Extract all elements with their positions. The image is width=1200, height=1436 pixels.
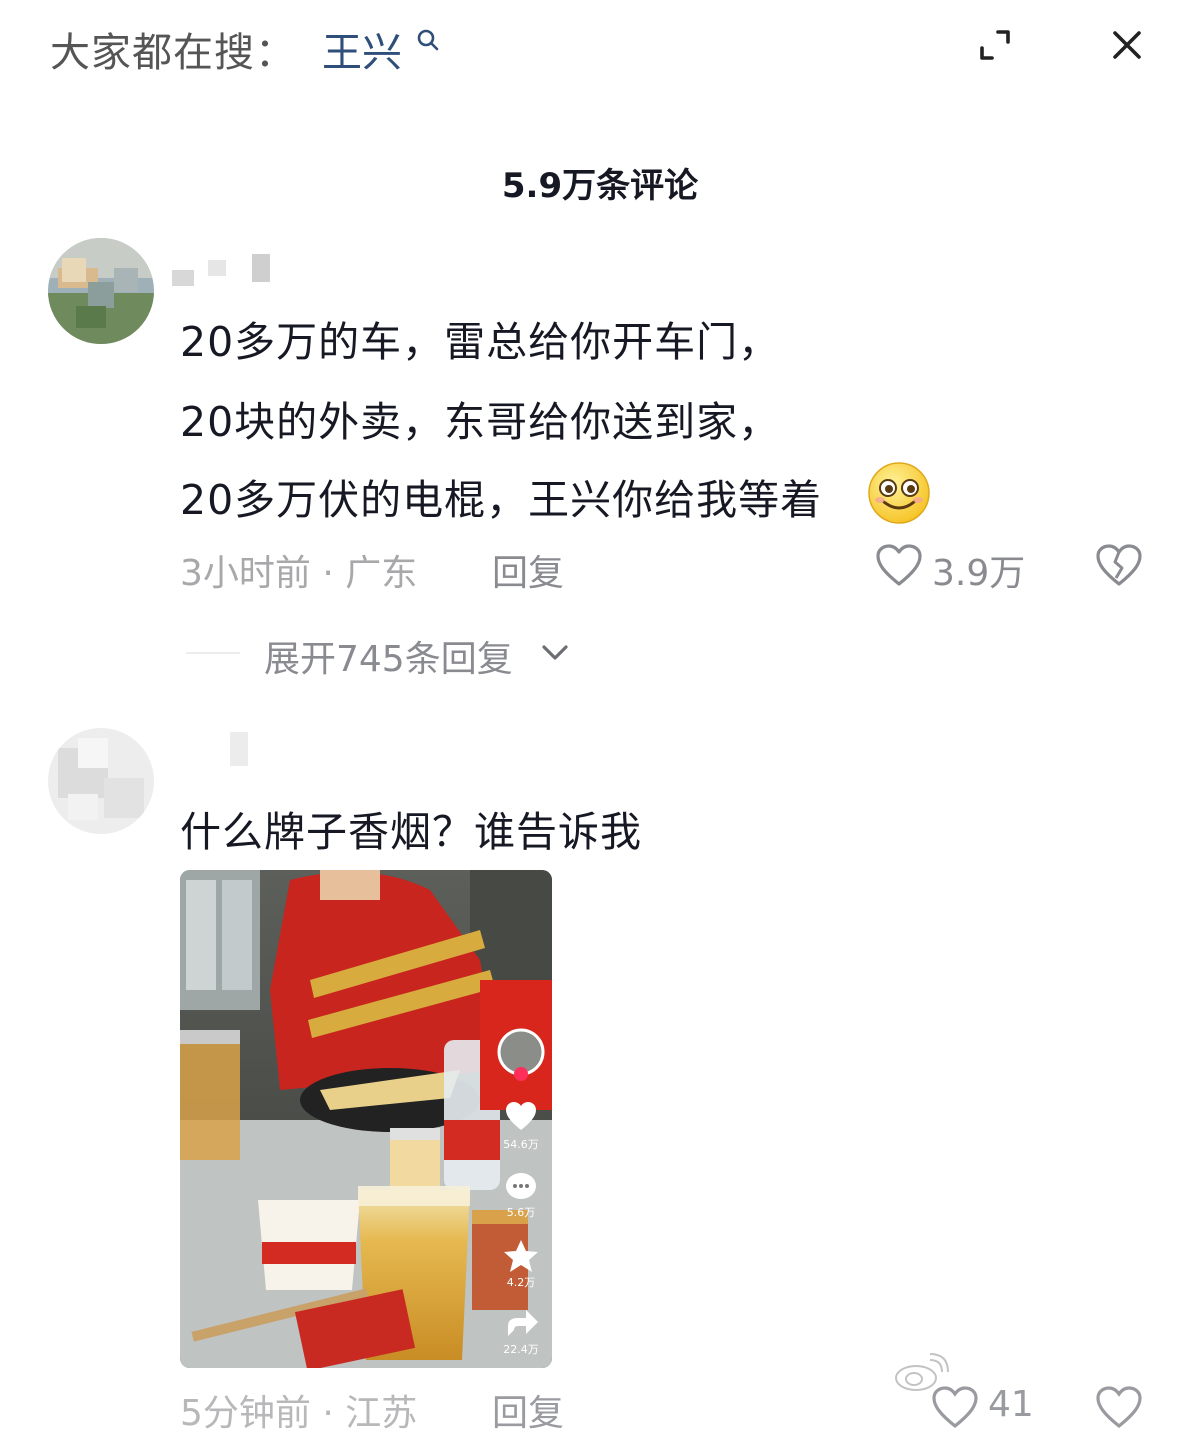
reply-button[interactable]: 回复: [492, 1384, 564, 1436]
broken-heart-icon[interactable]: [1094, 542, 1144, 588]
search-icon[interactable]: [414, 26, 442, 54]
replies-divider: [186, 652, 240, 654]
broken-heart-icon[interactable]: [1094, 1384, 1144, 1430]
image-likes-count: 54.6万: [503, 1138, 539, 1151]
comment-text: 什么牌子香烟？谁告诉我: [180, 808, 642, 856]
comment-attached-image[interactable]: 54.6万 5.6万 4.2万 22.4万: [180, 870, 552, 1368]
trending-search-term[interactable]: 王兴: [322, 20, 402, 78]
top-bar: 大家都在搜： 王兴: [0, 0, 1200, 95]
like-count: 3.9万: [932, 553, 1026, 594]
comment-time-location: 5分钟前 · 江苏: [180, 1393, 418, 1434]
search-prefix-label: 大家都在搜：: [50, 30, 296, 76]
comment-text-line: 20多万的车，雷总给你开车门，: [180, 318, 781, 366]
heart-icon[interactable]: [874, 542, 924, 588]
chevron-down-icon[interactable]: [540, 642, 570, 664]
expand-replies-button[interactable]: 展开745条回复: [264, 630, 513, 682]
close-icon[interactable]: [1108, 26, 1146, 64]
heart-icon[interactable]: [930, 1384, 980, 1430]
avatar[interactable]: [48, 728, 154, 834]
comment-time-location: 3小时前 · 广东: [180, 553, 418, 594]
reply-button[interactable]: 回复: [492, 544, 564, 596]
comment-text-line: 20多万伏的电棍，王兴你给我等着: [180, 476, 823, 524]
username-blurred[interactable]: [172, 248, 282, 288]
expand-icon[interactable]: [976, 26, 1014, 64]
image-favorites-count: 4.2万: [507, 1276, 536, 1289]
image-shares-count: 22.4万: [503, 1343, 539, 1356]
username-blurred[interactable]: [226, 730, 266, 770]
image-comments-count: 5.6万: [507, 1206, 536, 1219]
smile-emoji-icon: [868, 462, 930, 524]
comment-text-line: 20块的外卖，东哥给你送到家，: [180, 398, 781, 446]
avatar[interactable]: [48, 238, 154, 344]
comment-count-title: 5.9万条评论: [501, 166, 699, 206]
